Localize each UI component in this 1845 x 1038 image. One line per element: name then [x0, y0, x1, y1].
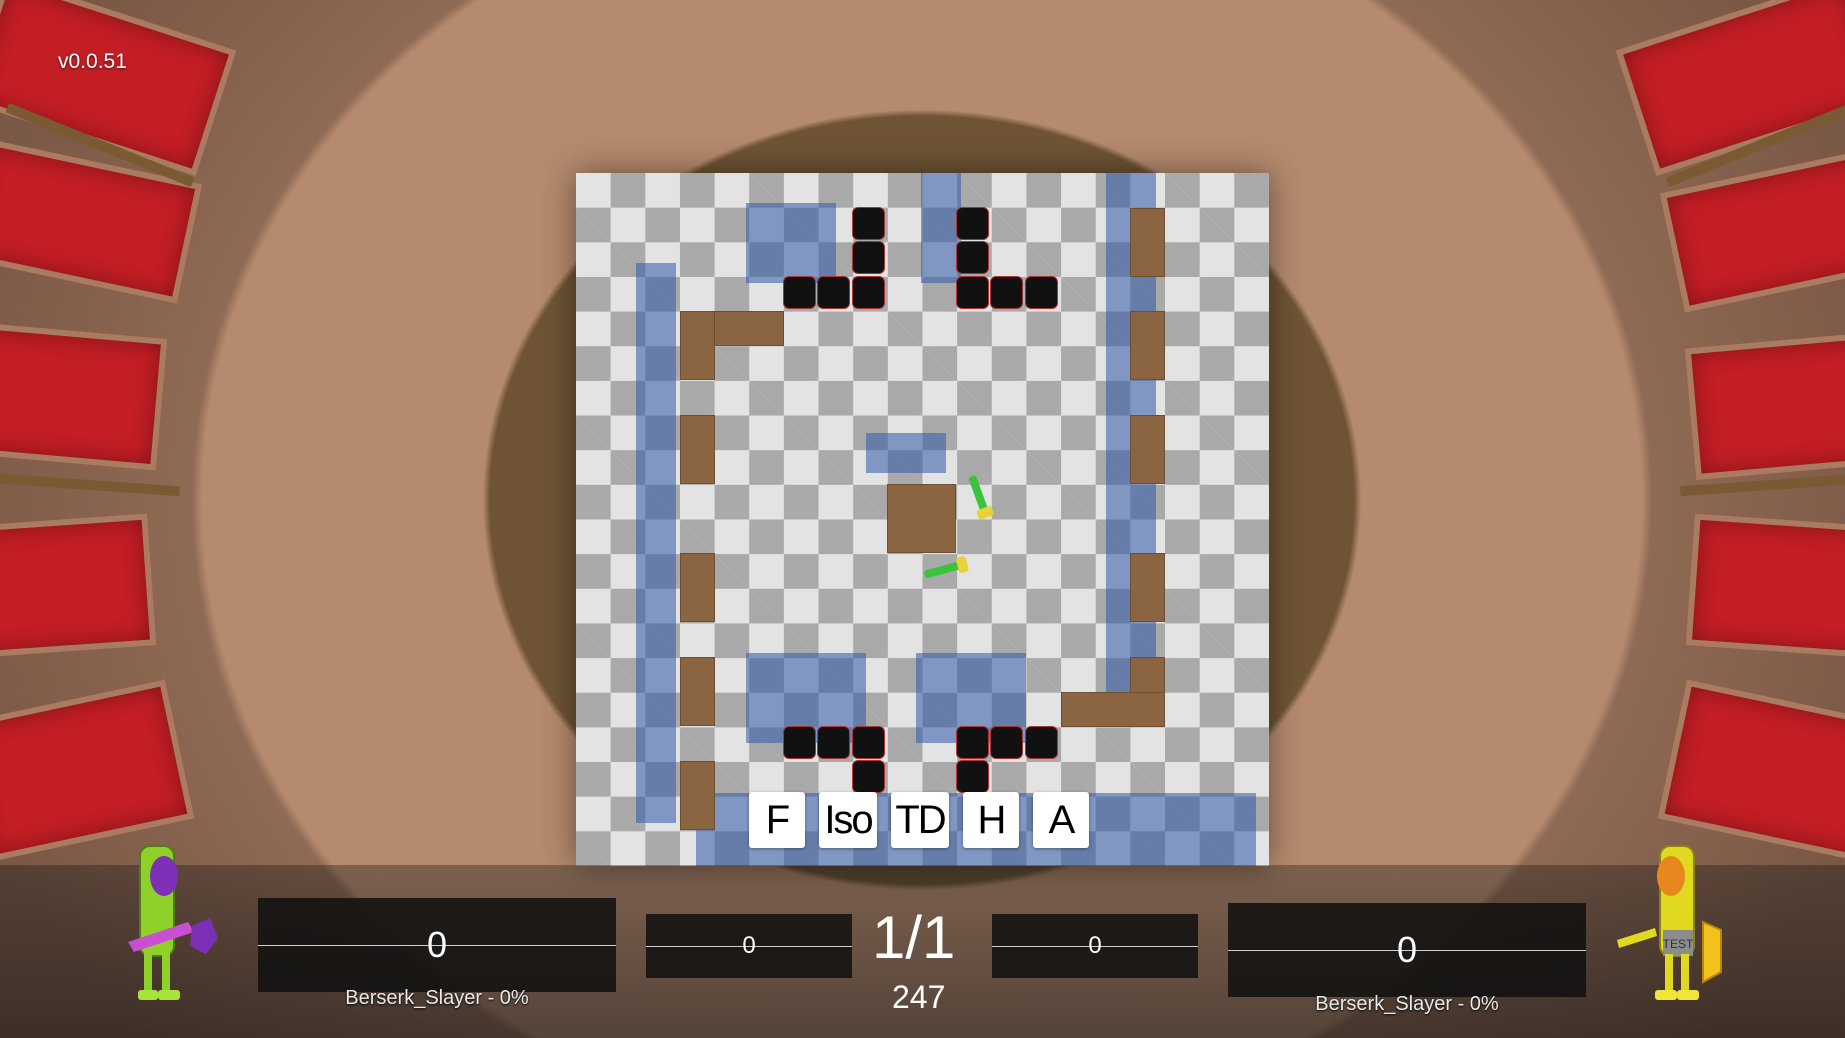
pit-tile — [991, 727, 1022, 758]
stand-seat — [1685, 513, 1845, 659]
game-board — [576, 173, 1269, 866]
pit-tile — [784, 727, 815, 758]
pit-tile — [957, 761, 988, 792]
pit-tile — [957, 277, 988, 308]
wood-wall — [1061, 692, 1165, 727]
camera-first-person-button[interactable]: F — [749, 792, 805, 848]
pit-tile — [853, 761, 884, 792]
pit-tile — [853, 727, 884, 758]
pit-tile — [853, 277, 884, 308]
left-sub-score-box: 0 — [646, 914, 852, 978]
wood-wall — [680, 553, 715, 622]
pit-tile — [991, 277, 1022, 308]
camera-view-bar: F Iso TD H A — [749, 792, 1089, 848]
left-main-score: 0 — [426, 924, 448, 965]
stand-seat — [1684, 331, 1845, 481]
pit-tile — [818, 277, 849, 308]
wood-wall — [1130, 208, 1165, 277]
pit-tile — [957, 208, 988, 239]
wood-wall — [1130, 311, 1165, 380]
wood-wall — [680, 415, 715, 484]
wall-shadow — [746, 203, 836, 283]
camera-h-button[interactable]: H — [963, 792, 1019, 848]
match-timer: 247 — [892, 979, 946, 1015]
right-sub-score-box: 0 — [992, 914, 1198, 978]
right-main-score-box: 0 — [1228, 903, 1586, 997]
wood-wall — [680, 657, 715, 726]
stand-seat — [0, 513, 157, 659]
pit-tile — [957, 242, 988, 273]
left-player-label: Berserk_Slayer - 0% — [345, 987, 529, 1009]
player-unit — [968, 474, 988, 512]
wood-wall — [1130, 415, 1165, 484]
player-unit — [923, 561, 961, 579]
wall-shadow — [866, 433, 946, 473]
pit-tile — [818, 727, 849, 758]
camera-isometric-button[interactable]: Iso — [819, 792, 877, 848]
svg-text:TEST: TEST — [1663, 937, 1694, 951]
pit-tile — [1026, 277, 1057, 308]
version-label: v0.0.51 — [58, 50, 127, 73]
wood-wall — [680, 311, 715, 380]
pit-tile — [784, 277, 815, 308]
wood-wall — [680, 761, 715, 830]
left-main-score-box: 0 — [258, 898, 616, 992]
stand-seat — [0, 321, 168, 471]
round-counter: 1/1 — [872, 904, 956, 971]
right-player-label: Berserk_Slayer - 0% — [1315, 993, 1499, 1015]
pit-tile — [853, 242, 884, 273]
pit-tile — [1026, 727, 1057, 758]
wood-wall — [1130, 553, 1165, 622]
wall-shadow — [636, 263, 676, 823]
right-sub-score: 0 — [1088, 932, 1102, 959]
pit-tile — [957, 727, 988, 758]
pit-tile — [853, 208, 884, 239]
center-block — [887, 484, 956, 553]
camera-a-button[interactable]: A — [1033, 792, 1089, 848]
right-player-avatar: TEST — [1617, 845, 1722, 1000]
wall-shadow — [921, 173, 961, 283]
left-sub-score: 0 — [742, 932, 756, 959]
camera-top-down-button[interactable]: TD — [891, 792, 949, 848]
right-main-score: 0 — [1396, 929, 1418, 970]
left-player-avatar — [128, 845, 218, 1000]
